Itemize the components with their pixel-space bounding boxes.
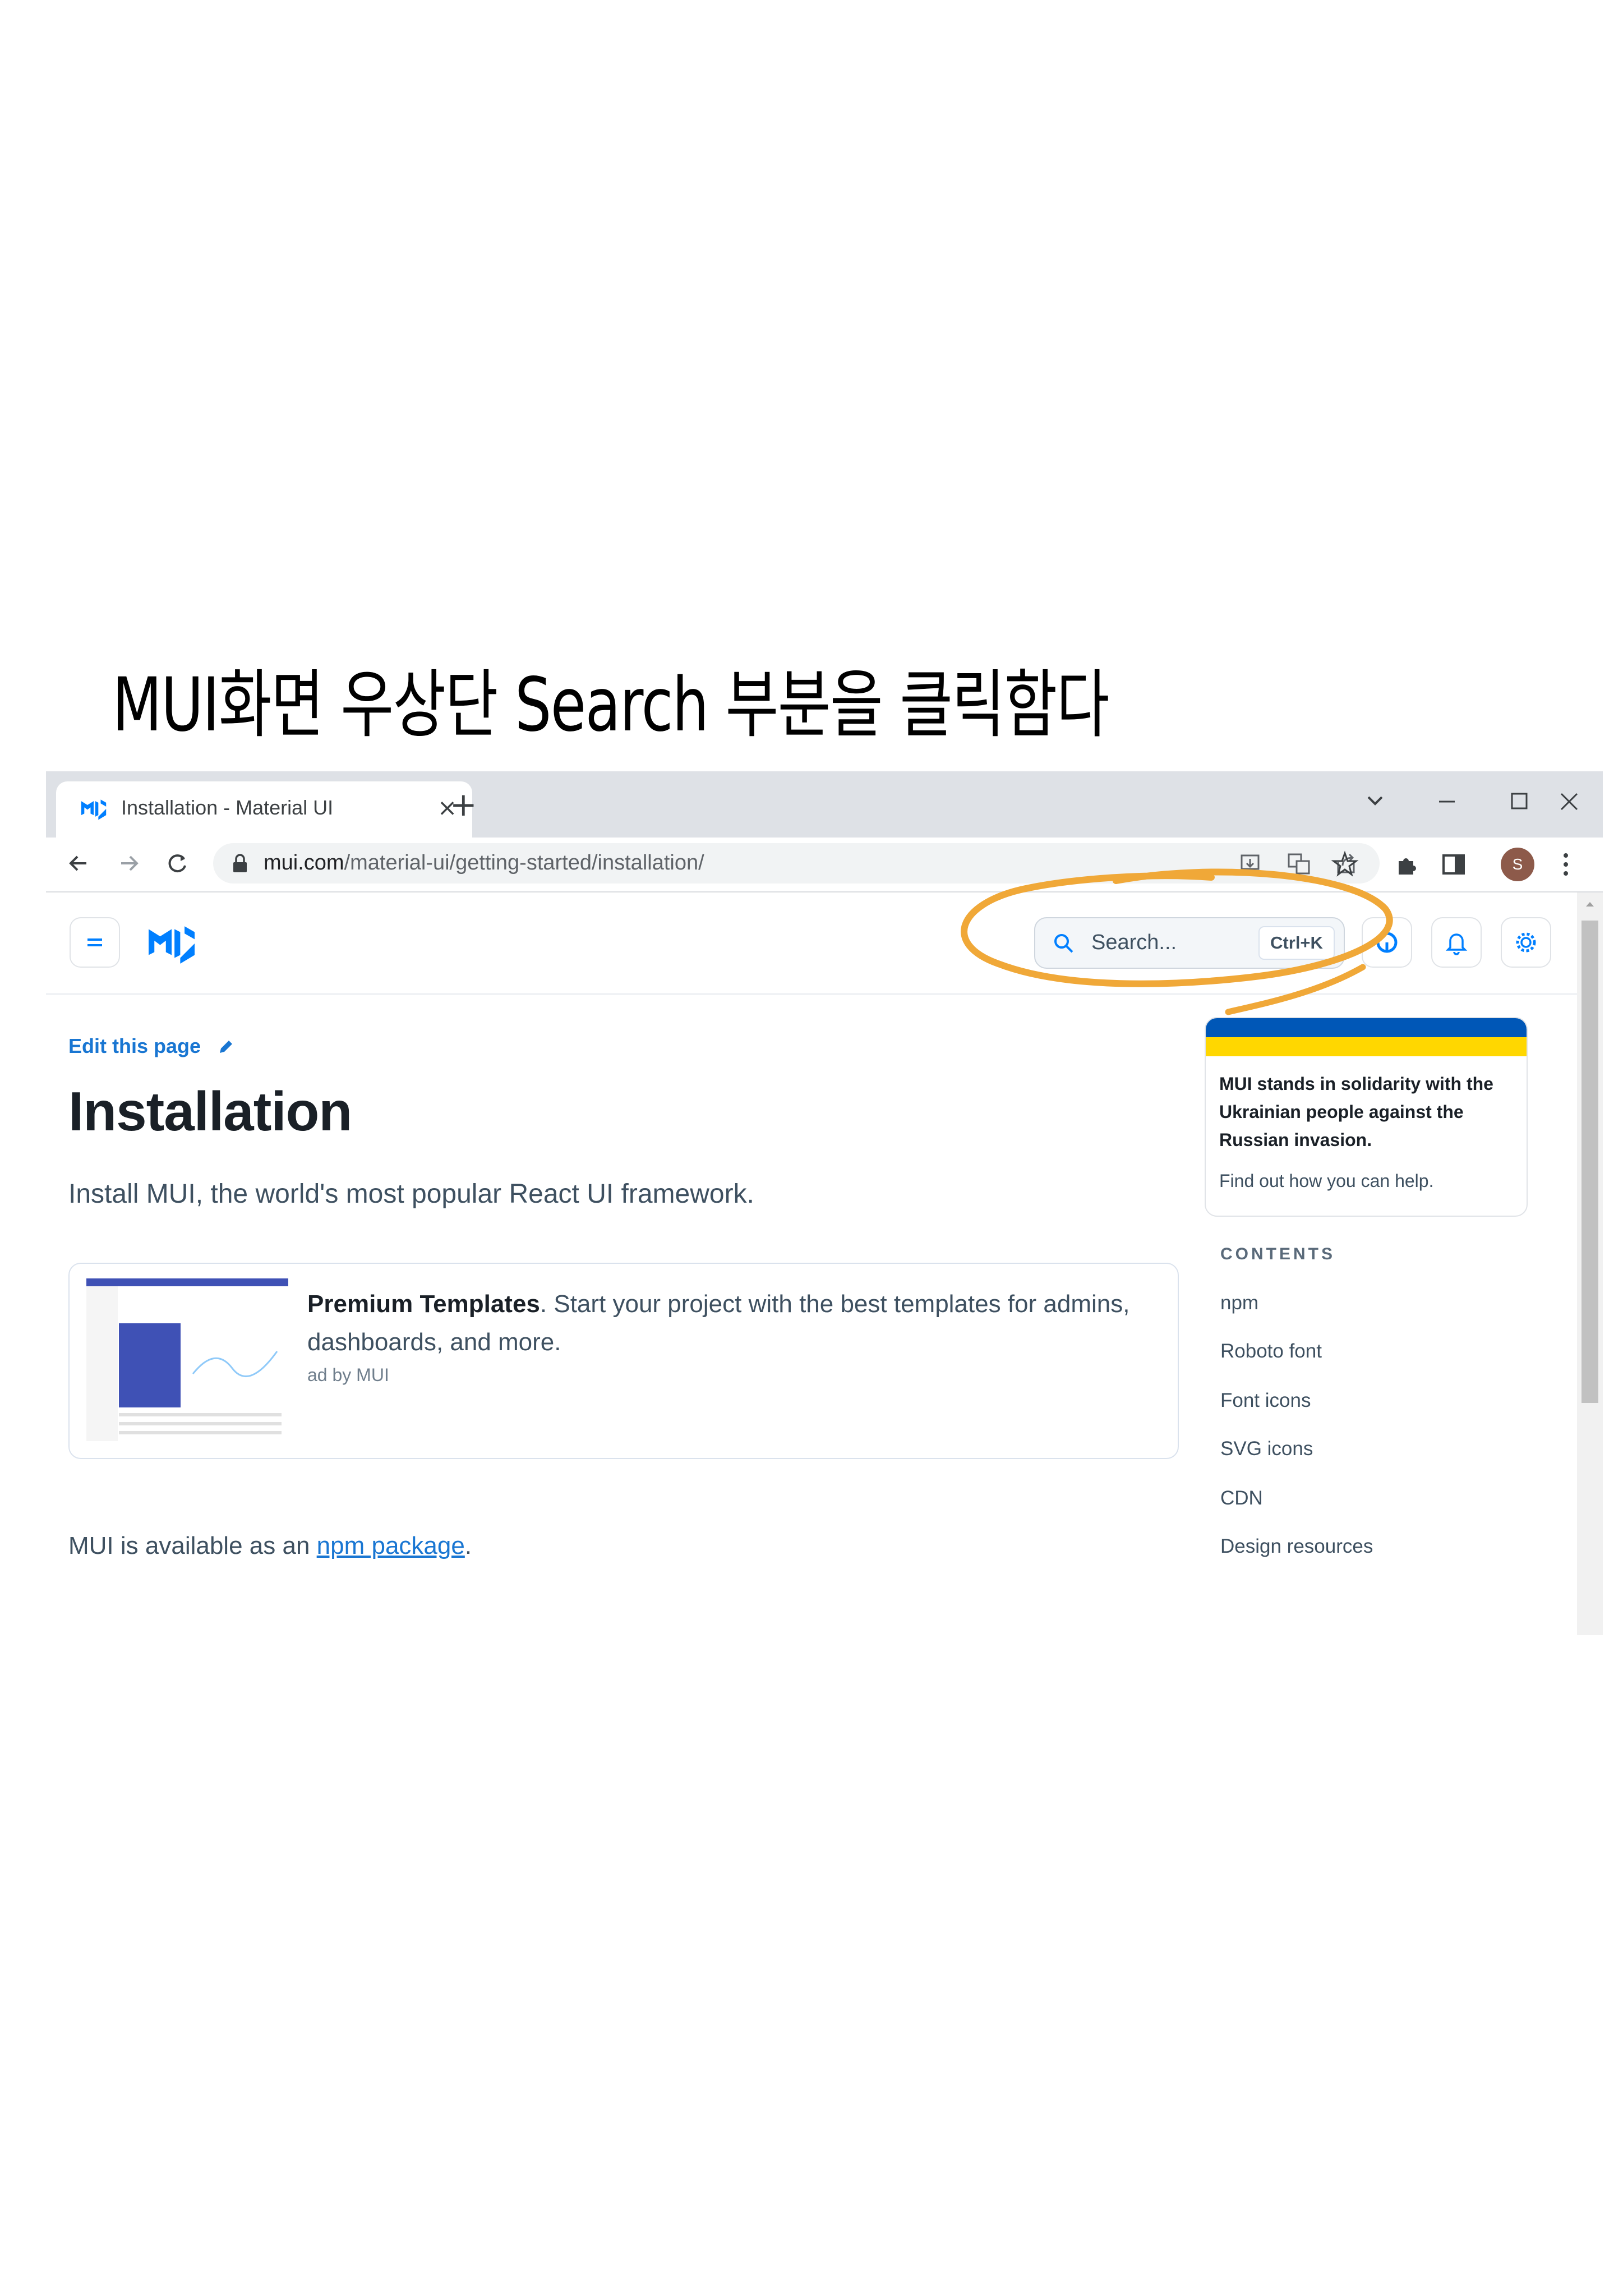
ad-card[interactable]: Premium Templates. Start your project wi… [68, 1263, 1179, 1459]
kebab-menu-icon[interactable] [1555, 848, 1577, 881]
ad-thumbnail [86, 1278, 288, 1441]
mui-favicon [81, 799, 107, 820]
forward-icon[interactable] [112, 846, 146, 880]
pencil-icon [220, 1041, 233, 1053]
url-host: mui.com [264, 851, 344, 875]
notifications-button[interactable] [1431, 917, 1482, 968]
toc-item[interactable]: CDN [1220, 1487, 1263, 1510]
flag-yellow-stripe [1206, 1037, 1527, 1056]
npm-suffix: . [464, 1532, 472, 1559]
ukraine-banner[interactable]: MUI stands in solidarity with the Ukrain… [1205, 1017, 1528, 1217]
banner-link[interactable]: Find out how you can help. [1219, 1171, 1433, 1191]
url-text[interactable]: mui.com/material-ui/getting-started/inst… [264, 851, 704, 875]
side-panel-icon[interactable] [1439, 850, 1468, 879]
page-title: Installation [68, 1080, 352, 1142]
scrollbar-thumb[interactable] [1581, 921, 1598, 1403]
ad-headline[interactable]: Premium Templates [307, 1290, 540, 1318]
reload-icon[interactable] [160, 846, 194, 880]
edit-page-link[interactable]: Edit this page [68, 1034, 236, 1058]
ad-attribution[interactable]: ad by MUI [307, 1365, 389, 1386]
toc-item[interactable]: Design resources [1220, 1535, 1373, 1558]
plus-icon[interactable]: + [450, 788, 477, 821]
npm-package-link[interactable]: npm package [317, 1532, 465, 1559]
toc-title: CONTENTS [1220, 1245, 1335, 1263]
tab-title: Installation - Material UI [121, 796, 334, 819]
npm-prefix: MUI is available as an [68, 1532, 317, 1559]
close-window-icon[interactable] [1542, 779, 1596, 824]
avatar[interactable]: S [1501, 848, 1534, 881]
bell-icon [1445, 933, 1468, 955]
toc-item[interactable]: Roboto font [1220, 1340, 1322, 1363]
scrollbar[interactable] [1577, 892, 1603, 1635]
npm-paragraph: MUI is available as an npm package. [68, 1532, 472, 1560]
flag-blue-stripe [1206, 1018, 1527, 1037]
hamburger-icon [87, 938, 102, 946]
scroll-up-arrow-icon[interactable] [1584, 898, 1596, 910]
url-path: /material-ui/getting-started/installatio… [344, 851, 704, 875]
highlight-ellipse [961, 868, 1393, 1015]
edit-page-label: Edit this page [68, 1034, 201, 1057]
lock-icon[interactable] [230, 852, 250, 875]
toc-item[interactable]: SVG icons [1220, 1438, 1313, 1460]
ad-text: Premium Templates. Start your project wi… [307, 1285, 1154, 1361]
settings-button[interactable] [1501, 917, 1551, 968]
toc-item[interactable]: Font icons [1220, 1389, 1311, 1412]
mui-logo[interactable] [145, 921, 199, 967]
gear-icon [1516, 932, 1536, 953]
browser-tab[interactable]: Installation - Material UI × [56, 781, 472, 838]
menu-button[interactable] [70, 917, 120, 968]
maximize-icon[interactable] [1492, 779, 1546, 824]
slide-caption: MUI화면 우상단 Search 부분을 클릭함다 [112, 662, 1109, 748]
minimize-icon[interactable] [1420, 779, 1474, 824]
toc-item[interactable]: npm [1220, 1292, 1258, 1314]
back-icon[interactable] [62, 846, 95, 880]
banner-text: MUI stands in solidarity with the Ukrain… [1219, 1074, 1493, 1150]
tab-strip: Installation - Material UI × + [46, 771, 1603, 838]
page-description: Install MUI, the world's most popular Re… [68, 1179, 754, 1209]
chevron-down-icon[interactable] [1348, 779, 1402, 824]
